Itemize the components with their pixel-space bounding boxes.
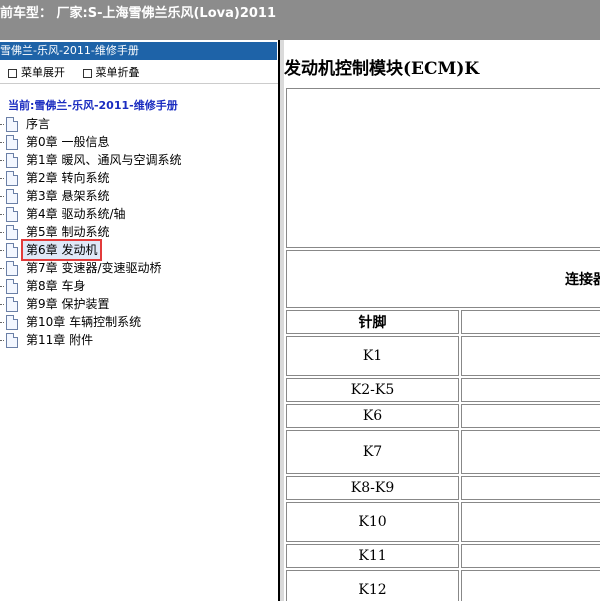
tree-connector [0, 160, 4, 161]
table-row: K1 [286, 336, 600, 376]
table-row: K11 [286, 544, 600, 568]
description-cell [461, 544, 600, 568]
table-row: K8-K9 [286, 476, 600, 500]
document-icon [6, 171, 18, 186]
tree-item[interactable]: 第4章 驱动系统/轴 [0, 205, 278, 223]
tree-item[interactable]: 序言 [0, 115, 278, 133]
tree-connector [0, 250, 4, 251]
tree-connector [0, 178, 4, 179]
table-row: 连接器 [286, 250, 600, 308]
tree-connector [0, 232, 4, 233]
tree-item[interactable]: 第6章 发动机 [0, 239, 278, 261]
document-icon [6, 225, 18, 240]
connector-caption: 连接器 [286, 250, 600, 308]
tree-connector [0, 214, 4, 215]
tree-item-label: 第8章 车身 [26, 279, 86, 293]
tree-item-label: 第11章 附件 [26, 333, 94, 347]
vehicle-model-label: 前车型： 厂家:S-上海雪佛兰乐风(Lova)2011 [0, 6, 277, 21]
tree-toolbar: 菜单展开 菜单折叠 [0, 64, 277, 80]
table-row: 针脚 [286, 310, 600, 334]
document-icon [6, 261, 18, 276]
tree-connector [0, 322, 4, 323]
document-icon [6, 315, 18, 330]
tree-connector [0, 304, 4, 305]
chapter-tree: 序言第0章 一般信息第1章 暖风、通风与空调系统 第2章 转向系统 第3章 悬架系统… [0, 115, 278, 349]
tree-item-label: 第2章 转向系统 [26, 171, 110, 185]
pin-cell: K2-K5 [286, 378, 460, 402]
tree-item-label: 第1章 暖风、通风与空调系统 [26, 153, 182, 167]
tree-item-label: 序言 [26, 117, 51, 131]
pin-cell: K10 [286, 502, 460, 542]
pin-cell: K11 [286, 544, 460, 568]
table-row: K10 [286, 502, 600, 542]
description-cell [461, 404, 600, 428]
tree-item-label: 第3章 悬架系统 [26, 189, 110, 203]
tree-item-label: 第10章 车辆控制系统 [26, 315, 142, 329]
tree-item[interactable]: 第7章 变速器/变速驱动桥 [0, 259, 278, 277]
image-cell [286, 88, 600, 248]
tree-root[interactable]: 当前:雪佛兰-乐风-2011-维修手册 [8, 97, 178, 113]
navigation-pane: 雪佛兰-乐风-2011-维修手册 菜单展开 菜单折叠 当前:雪佛兰-乐风-201… [0, 40, 278, 601]
table-row [286, 88, 600, 248]
tree-item[interactable]: 第1章 暖风、通风与空调系统 [0, 151, 278, 169]
tree-connector [0, 124, 4, 125]
document-icon [6, 279, 18, 294]
divider [0, 83, 278, 84]
table-row: K12 [286, 570, 600, 601]
description-cell [461, 502, 600, 542]
tree-item-label: 第7章 变速器/变速驱动桥 [26, 261, 162, 275]
document-icon [6, 333, 18, 348]
table-row: K7 [286, 430, 600, 474]
document-icon [6, 117, 18, 132]
tree-item-label: 第9章 保护装置 [26, 297, 110, 311]
description-column-header [461, 310, 600, 334]
manual-header: 雪佛兰-乐风-2011-维修手册 [0, 42, 277, 60]
table-row: K6 [286, 404, 600, 428]
pin-cell: K1 [286, 336, 460, 376]
pin-cell: K6 [286, 404, 460, 428]
tree-connector [0, 286, 4, 287]
pin-cell: K8-K9 [286, 476, 460, 500]
document-icon [6, 189, 18, 204]
description-cell [461, 378, 600, 402]
tree-item-label: 第6章 发动机 [20, 239, 103, 261]
description-cell [461, 570, 600, 601]
tree-item-label: 第5章 制动系统 [26, 225, 110, 239]
description-cell [461, 430, 600, 474]
tree-item[interactable]: 第5章 制动系统 [0, 223, 278, 241]
document-icon [6, 207, 18, 222]
document-title: 发动机控制模块(ECM)K [284, 59, 480, 79]
title-bar: 前车型： 厂家:S-上海雪佛兰乐风(Lova)2011 [0, 0, 600, 40]
table-row: K2-K5 [286, 378, 600, 402]
expand-menu-button[interactable]: 菜单展开 [21, 66, 65, 79]
tree-item[interactable]: 第10章 车辆控制系统 [0, 313, 278, 331]
tree-item[interactable]: 第9章 保护装置 [0, 295, 278, 313]
tree-item[interactable]: 第8章 车身 [0, 277, 278, 295]
description-cell [461, 476, 600, 500]
pin-column-header: 针脚 [286, 310, 460, 334]
pin-table: 连接器 针脚 K1K2-K5K6K7K8-K9K10K11K12 [284, 86, 600, 601]
tree-connector [0, 340, 4, 341]
pin-cell: K7 [286, 430, 460, 474]
document-icon [6, 243, 18, 258]
tree-item[interactable]: 第3章 悬架系统 [0, 187, 278, 205]
pin-cell: K12 [286, 570, 460, 601]
document-icon [6, 297, 18, 312]
description-cell [461, 336, 600, 376]
collapse-icon [82, 68, 92, 78]
document-icon [6, 153, 18, 168]
document-icon [6, 135, 18, 150]
tree-connector [0, 196, 4, 197]
tree-connector [0, 142, 4, 143]
expand-icon [8, 68, 17, 78]
tree-item-label: 第4章 驱动系统/轴 [26, 207, 126, 221]
tree-item[interactable]: 第0章 一般信息 [0, 133, 278, 151]
tree-item[interactable]: 第11章 附件 [0, 331, 278, 349]
collapse-menu-button[interactable]: 菜单折叠 [96, 66, 140, 79]
content-pane: 发动机控制模块(ECM)K 连接器 针脚 K1K2-K5K6K7K8-K9K10… [284, 40, 600, 601]
tree-item-label: 第0章 一般信息 [26, 135, 110, 149]
tree-item[interactable]: 第2章 转向系统 [0, 169, 278, 187]
tree-connector [0, 268, 4, 269]
